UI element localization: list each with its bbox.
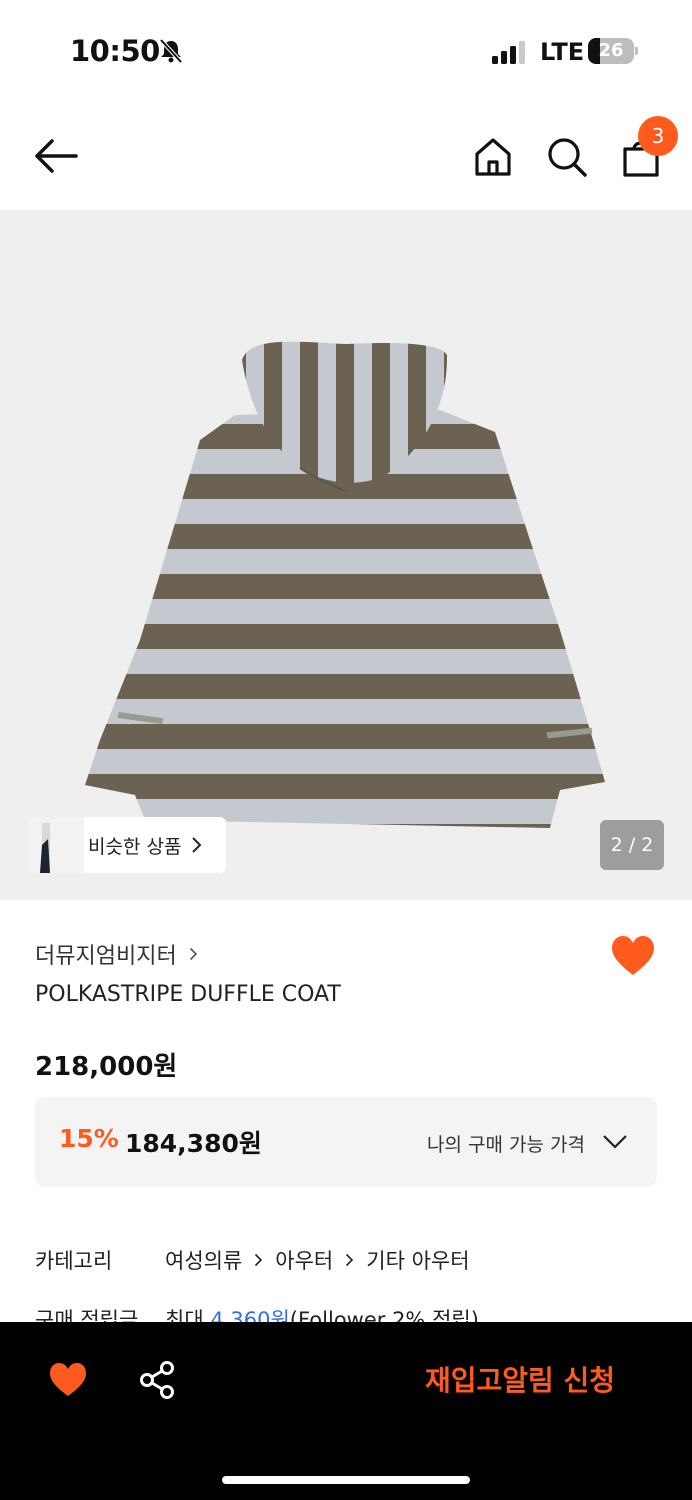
sale-price: 184,380원 bbox=[125, 1129, 262, 1158]
category-breadcrumb: 여성의류 아우터 기타 아우터 bbox=[165, 1245, 470, 1275]
battery-icon: 26 bbox=[588, 38, 638, 64]
category-item[interactable]: 여성의류 bbox=[165, 1245, 242, 1275]
points-row: 구매 적립금 최대 4,360원(Follower 2% 적립) bbox=[0, 1298, 692, 1322]
heart-icon[interactable] bbox=[48, 1362, 88, 1398]
chevron-right-icon bbox=[189, 947, 197, 961]
status-time: 10:50 bbox=[70, 34, 160, 68]
product-name: POLKASTRIPE DUFFLE COAT bbox=[35, 982, 341, 1007]
category-item[interactable]: 아우터 bbox=[275, 1245, 333, 1275]
striped-hoodie-image bbox=[85, 341, 605, 828]
bottom-action-bar: 재입고알림 신청 bbox=[0, 1322, 692, 1500]
points-suffix: (Follower 2% 적립) bbox=[289, 1308, 479, 1322]
brand-name: 더뮤지엄비지터 bbox=[35, 944, 177, 969]
points-label: 구매 적립금 bbox=[35, 1308, 139, 1322]
network-label: LTE bbox=[540, 38, 585, 66]
chevron-right-icon bbox=[192, 837, 202, 853]
back-arrow-icon[interactable] bbox=[30, 134, 82, 178]
similar-products-label: 비슷한 상품 bbox=[88, 835, 182, 858]
restock-alert-button[interactable]: 재입고알림 신청 bbox=[400, 1360, 640, 1402]
product-image[interactable]: 비슷한 상품 2 / 2 bbox=[0, 210, 692, 900]
points-prefix: 최대 bbox=[165, 1308, 211, 1322]
bell-muted-icon bbox=[159, 38, 183, 64]
home-indicator[interactable] bbox=[222, 1476, 470, 1484]
similar-products-button[interactable]: 비슷한 상품 bbox=[28, 817, 226, 873]
brand-link[interactable]: 더뮤지엄비지터 bbox=[35, 938, 198, 970]
category-label: 카테고리 bbox=[35, 1249, 113, 1273]
share-icon[interactable] bbox=[138, 1360, 176, 1400]
battery-level: 26 bbox=[598, 40, 624, 61]
similar-product-thumbnail bbox=[28, 817, 84, 873]
my-price-label: 나의 구매 가능 가격 bbox=[427, 1134, 585, 1156]
points-value: 최대 4,360원(Follower 2% 적립) bbox=[165, 1304, 479, 1322]
image-counter: 2 / 2 bbox=[600, 820, 664, 870]
status-bar: 10:50 LTE 26 bbox=[0, 0, 692, 100]
points-amount[interactable]: 4,360원 bbox=[210, 1308, 289, 1322]
category-item[interactable]: 기타 아우터 bbox=[366, 1245, 469, 1275]
chevron-right-icon bbox=[346, 1253, 354, 1267]
original-price: 218,000원 bbox=[35, 1052, 178, 1082]
chevron-right-icon bbox=[255, 1253, 263, 1267]
chevron-down-icon bbox=[603, 1135, 627, 1149]
home-icon[interactable] bbox=[470, 134, 516, 180]
heart-icon[interactable] bbox=[610, 935, 656, 977]
top-nav bbox=[0, 100, 692, 210]
signal-icon bbox=[492, 41, 525, 64]
discount-rate: 15% bbox=[59, 1124, 119, 1153]
my-price-box[interactable]: 15% 184,380원 나의 구매 가능 가격 bbox=[35, 1097, 657, 1187]
cart-count-badge: 3 bbox=[638, 116, 678, 156]
search-icon[interactable] bbox=[544, 134, 590, 180]
